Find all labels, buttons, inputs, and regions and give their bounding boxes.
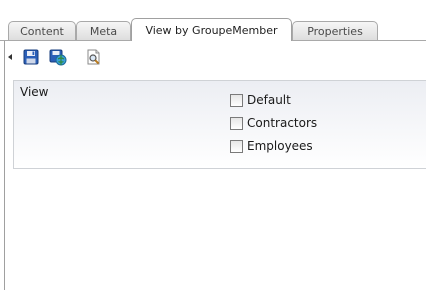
option-default-label: Default (247, 93, 291, 107)
option-default[interactable]: Default (230, 92, 291, 108)
save-and-publish-button[interactable] (48, 47, 68, 67)
toolbar-collapse-handle[interactable] (8, 54, 12, 60)
tab-view-by-groupemember[interactable]: View by GroupeMember (131, 18, 292, 41)
option-employees[interactable]: Employees (230, 138, 313, 154)
view-panel: View Default Contractors Employees (13, 80, 426, 169)
tab-properties[interactable]: Properties (292, 21, 378, 41)
tab-content[interactable]: Content (8, 21, 76, 41)
tab-strip: Content Meta View by GroupeMember Proper… (0, 0, 426, 41)
save-and-publish-icon (49, 49, 67, 66)
checkbox-employees[interactable] (230, 139, 243, 153)
save-button[interactable] (21, 47, 41, 67)
option-contractors[interactable]: Contractors (230, 115, 317, 131)
preview-icon (87, 49, 100, 65)
checkbox-default[interactable] (230, 93, 243, 107)
tab-meta[interactable]: Meta (76, 21, 131, 41)
preview-button[interactable] (84, 47, 104, 67)
toolbar (0, 44, 426, 72)
save-icon (23, 49, 39, 65)
view-panel-title: View (20, 85, 49, 99)
checkbox-contractors[interactable] (230, 116, 243, 130)
option-employees-label: Employees (247, 139, 313, 153)
toolbar-separator (77, 48, 78, 66)
option-contractors-label: Contractors (247, 116, 318, 130)
